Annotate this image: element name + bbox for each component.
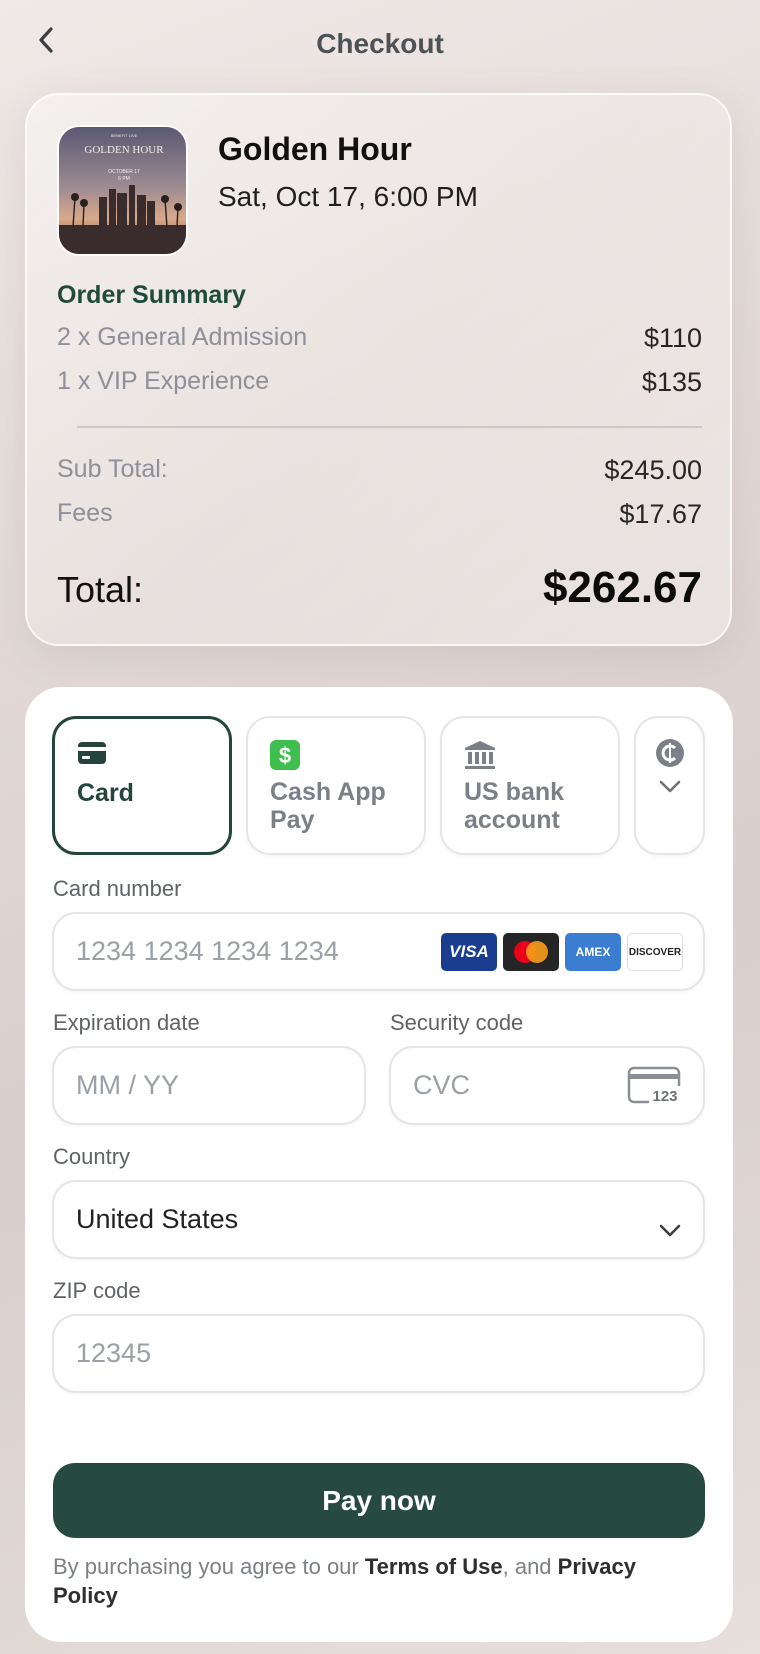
security-code-input[interactable]: CVC 123 (389, 1046, 705, 1125)
event-thumbnail: BENEFIT LIVE GOLDEN HOUR OCTOBER 17 6 PM (57, 125, 188, 256)
fees-label: Fees (57, 499, 113, 527)
credit-card-icon (77, 741, 107, 770)
payment-method-card-tab[interactable]: Card (52, 716, 232, 855)
total-row: Total: $262.67 (57, 563, 702, 613)
order-summary-heading: Order Summary (57, 281, 246, 309)
summary-divider (77, 426, 702, 428)
line-item-price: $135 (641, 367, 702, 397)
payment-method-more-tab[interactable] (634, 716, 705, 855)
expiration-placeholder: MM / YY (76, 1070, 180, 1100)
total-label: Total: (57, 569, 144, 610)
thumb-title-text: GOLDEN HOUR (84, 144, 164, 156)
expiration-input[interactable]: MM / YY (52, 1046, 366, 1125)
payment-form-card: Card $ Cash App Pay US bank account Card n… (25, 687, 733, 1642)
payment-method-label: Card (77, 779, 134, 807)
header: Checkout (0, 0, 760, 92)
subtotal-label: Sub Total: (57, 455, 168, 483)
expiration-label: Expiration date (53, 1010, 200, 1035)
security-code-placeholder: CVC (413, 1070, 471, 1100)
chevron-down-icon (659, 1214, 681, 1245)
line-item-label: 1 x VIP Experience (57, 367, 270, 395)
fees-value: $17.67 (619, 499, 702, 529)
security-code-label: Security code (390, 1010, 524, 1035)
event-datetime: Sat, Oct 17, 6:00 PM (218, 181, 478, 212)
country-value: United States (76, 1204, 239, 1234)
country-label: Country (53, 1144, 131, 1169)
amex-icon: AMEX (565, 933, 621, 971)
zip-input[interactable]: 12345 (52, 1314, 705, 1393)
thumb-date-text: OCTOBER 17 (108, 169, 140, 175)
card-number-input[interactable]: 1234 1234 1234 1234 VISA AMEX DISCOVER (52, 912, 705, 991)
payment-method-label: US bank account (464, 778, 565, 834)
card-brand-icons: VISA AMEX DISCOVER (441, 933, 683, 971)
zip-placeholder: 12345 (76, 1338, 152, 1368)
country-select[interactable]: United States (52, 1180, 705, 1259)
fees-row: Fees $17.67 (57, 499, 702, 530)
bank-icon (464, 740, 496, 775)
pay-now-button[interactable]: Pay now (53, 1463, 705, 1538)
discover-icon: DISCOVER (627, 933, 683, 971)
page-title: Checkout (316, 28, 444, 59)
crypto-coin-icon (655, 738, 685, 773)
line-item: 2 x General Admission $110 (57, 323, 702, 354)
total-value: $262.67 (542, 563, 702, 612)
payment-method-bank-tab[interactable]: US bank account (440, 716, 620, 855)
line-item-price: $110 (643, 323, 702, 353)
subtotal-row: Sub Total: $245.00 (57, 455, 702, 486)
legal-prefix: By purchasing you agree to our (53, 1554, 365, 1579)
legal-middle: , and (502, 1554, 558, 1579)
chevron-down-icon (659, 780, 681, 799)
zip-label: ZIP code (53, 1278, 141, 1303)
cvc-icon-text: 123 (652, 1088, 677, 1105)
line-item-label: 2 x General Admission (57, 323, 308, 351)
payment-method-cashapp-tab[interactable]: $ Cash App Pay (246, 716, 426, 855)
legal-text: By purchasing you agree to our Terms of … (53, 1552, 693, 1610)
mastercard-icon (503, 933, 559, 971)
line-item: 1 x VIP Experience $135 (57, 367, 702, 398)
visa-icon: VISA (441, 933, 497, 971)
event-title: Golden Hour (218, 131, 412, 167)
card-number-placeholder: 1234 1234 1234 1234 (76, 936, 339, 966)
svg-text:$: $ (279, 743, 291, 768)
thumb-time-text: 6 PM (118, 176, 130, 182)
subtotal-value: $245.00 (604, 455, 702, 485)
cash-app-icon: $ (270, 740, 300, 775)
payment-method-label: Cash App Pay (270, 778, 386, 834)
order-summary-card: BENEFIT LIVE GOLDEN HOUR OCTOBER 17 6 PM… (25, 93, 732, 646)
terms-of-use-link[interactable]: Terms of Use (365, 1554, 503, 1579)
card-number-label: Card number (53, 876, 182, 901)
cvc-card-icon: 123 (627, 1066, 683, 1113)
thumb-top-text: BENEFIT LIVE (111, 133, 138, 138)
